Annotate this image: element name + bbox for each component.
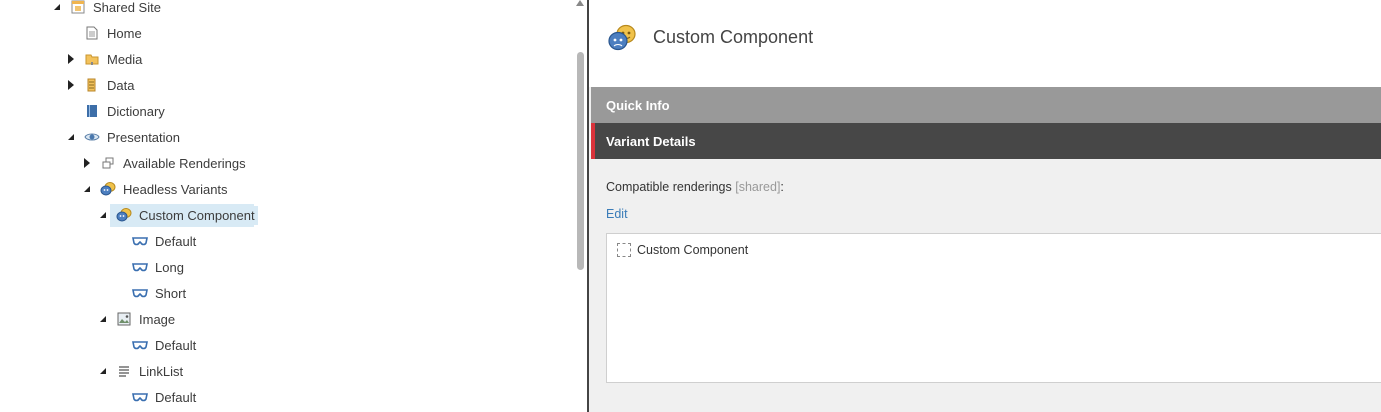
expand-toggle[interactable] xyxy=(64,78,78,92)
site-icon xyxy=(70,0,86,15)
tree-item-label: Home xyxy=(107,25,142,41)
tree-item-variant-short[interactable]: Short xyxy=(112,281,189,305)
rendering-placeholder-icon xyxy=(617,243,631,257)
mask-icon xyxy=(132,337,148,353)
tree-item-variant-default[interactable]: Default xyxy=(112,229,199,253)
expand-toggle[interactable] xyxy=(64,130,78,144)
tree-item-label: Shared Site xyxy=(93,0,161,15)
tree-item-label: Default xyxy=(155,233,197,249)
tree-item-label: Dictionary xyxy=(107,103,165,119)
list-item[interactable]: Custom Component xyxy=(617,243,748,257)
tree-item-shared-site[interactable]: Shared Site xyxy=(50,0,164,19)
compatible-renderings-list[interactable]: Custom Component xyxy=(606,233,1381,383)
renderings-icon xyxy=(100,155,116,171)
tree-item-linklist[interactable]: LinkList xyxy=(96,359,186,383)
editor-header: Custom Component xyxy=(589,0,1381,87)
tree-item-label: Media xyxy=(107,51,143,67)
tree-item-home[interactable]: Home xyxy=(64,21,145,45)
tree-item-label: Available Renderings xyxy=(123,155,246,171)
tree-item-image-default[interactable]: Default xyxy=(112,333,199,357)
tree-item-label: Data xyxy=(107,77,135,93)
tree-item-data[interactable]: Data xyxy=(64,73,137,97)
shared-tag: [shared] xyxy=(735,180,781,194)
tree-item-label: Presentation xyxy=(107,129,180,145)
book-icon xyxy=(84,103,100,119)
mask-icon xyxy=(132,285,148,301)
list-icon xyxy=(116,363,132,379)
edit-link[interactable]: Edit xyxy=(606,207,628,221)
image-icon xyxy=(116,311,132,327)
mask-icon xyxy=(132,389,148,405)
tree-item-label: Default xyxy=(155,337,197,353)
tree-item-label: LinkList xyxy=(139,363,184,379)
mask-icon xyxy=(132,259,148,275)
tree-item-media[interactable]: Media xyxy=(64,47,145,71)
tree-item-label: Long xyxy=(155,259,184,275)
expand-toggle[interactable] xyxy=(80,156,94,170)
tree-item-presentation[interactable]: Presentation xyxy=(64,125,183,149)
tree-item-image[interactable]: Image xyxy=(96,307,178,331)
section-quick-info[interactable]: Quick Info xyxy=(591,87,1381,123)
tree-item-label: Default xyxy=(155,389,197,405)
section-accent xyxy=(591,123,595,159)
mask-icon xyxy=(132,233,148,249)
theater-masks-icon xyxy=(100,181,116,197)
tree-item-headless-variants[interactable]: Headless Variants xyxy=(80,177,231,201)
section-title: Quick Info xyxy=(606,97,670,113)
page-title: Custom Component xyxy=(653,27,814,47)
expand-toggle[interactable] xyxy=(96,312,110,326)
scrollbar-thumb[interactable] xyxy=(577,52,584,270)
content-editor: Custom Component Quick Info Variant Deta… xyxy=(589,0,1381,412)
expand-toggle[interactable] xyxy=(50,0,64,14)
tree-item-label: Headless Variants xyxy=(123,181,228,197)
expand-toggle[interactable] xyxy=(64,52,78,66)
tree-item-variant-long[interactable]: Long xyxy=(112,255,187,279)
expand-toggle[interactable] xyxy=(80,182,94,196)
expand-toggle[interactable] xyxy=(96,208,110,222)
data-icon xyxy=(84,77,100,93)
eye-icon xyxy=(84,129,100,145)
folder-icon xyxy=(84,51,100,67)
list-item-label: Custom Component xyxy=(637,243,749,257)
content-tree: Shared Site Home Media Data Dictionary P… xyxy=(0,0,573,412)
tree-item-available-renderings[interactable]: Available Renderings xyxy=(80,151,249,175)
expand-toggle[interactable] xyxy=(96,364,110,378)
tree-item-label: Short xyxy=(155,285,187,301)
tree-item-label: Custom Component xyxy=(136,205,258,225)
field-label-compatible-renderings: Compatible renderings [shared]: xyxy=(606,180,784,194)
tree-item-dictionary[interactable]: Dictionary xyxy=(64,99,168,123)
section-variant-details[interactable]: Variant Details xyxy=(591,123,1381,159)
theater-masks-icon xyxy=(116,207,132,223)
section-title: Variant Details xyxy=(606,133,696,149)
theater-masks-icon xyxy=(606,24,638,57)
tree-item-linklist-default[interactable]: Default xyxy=(112,385,199,409)
tree-item-custom-component[interactable]: Custom Component xyxy=(96,203,258,227)
scroll-up-arrow-icon[interactable] xyxy=(576,0,584,6)
tree-item-label: Image xyxy=(139,311,176,327)
page-icon xyxy=(84,25,100,41)
